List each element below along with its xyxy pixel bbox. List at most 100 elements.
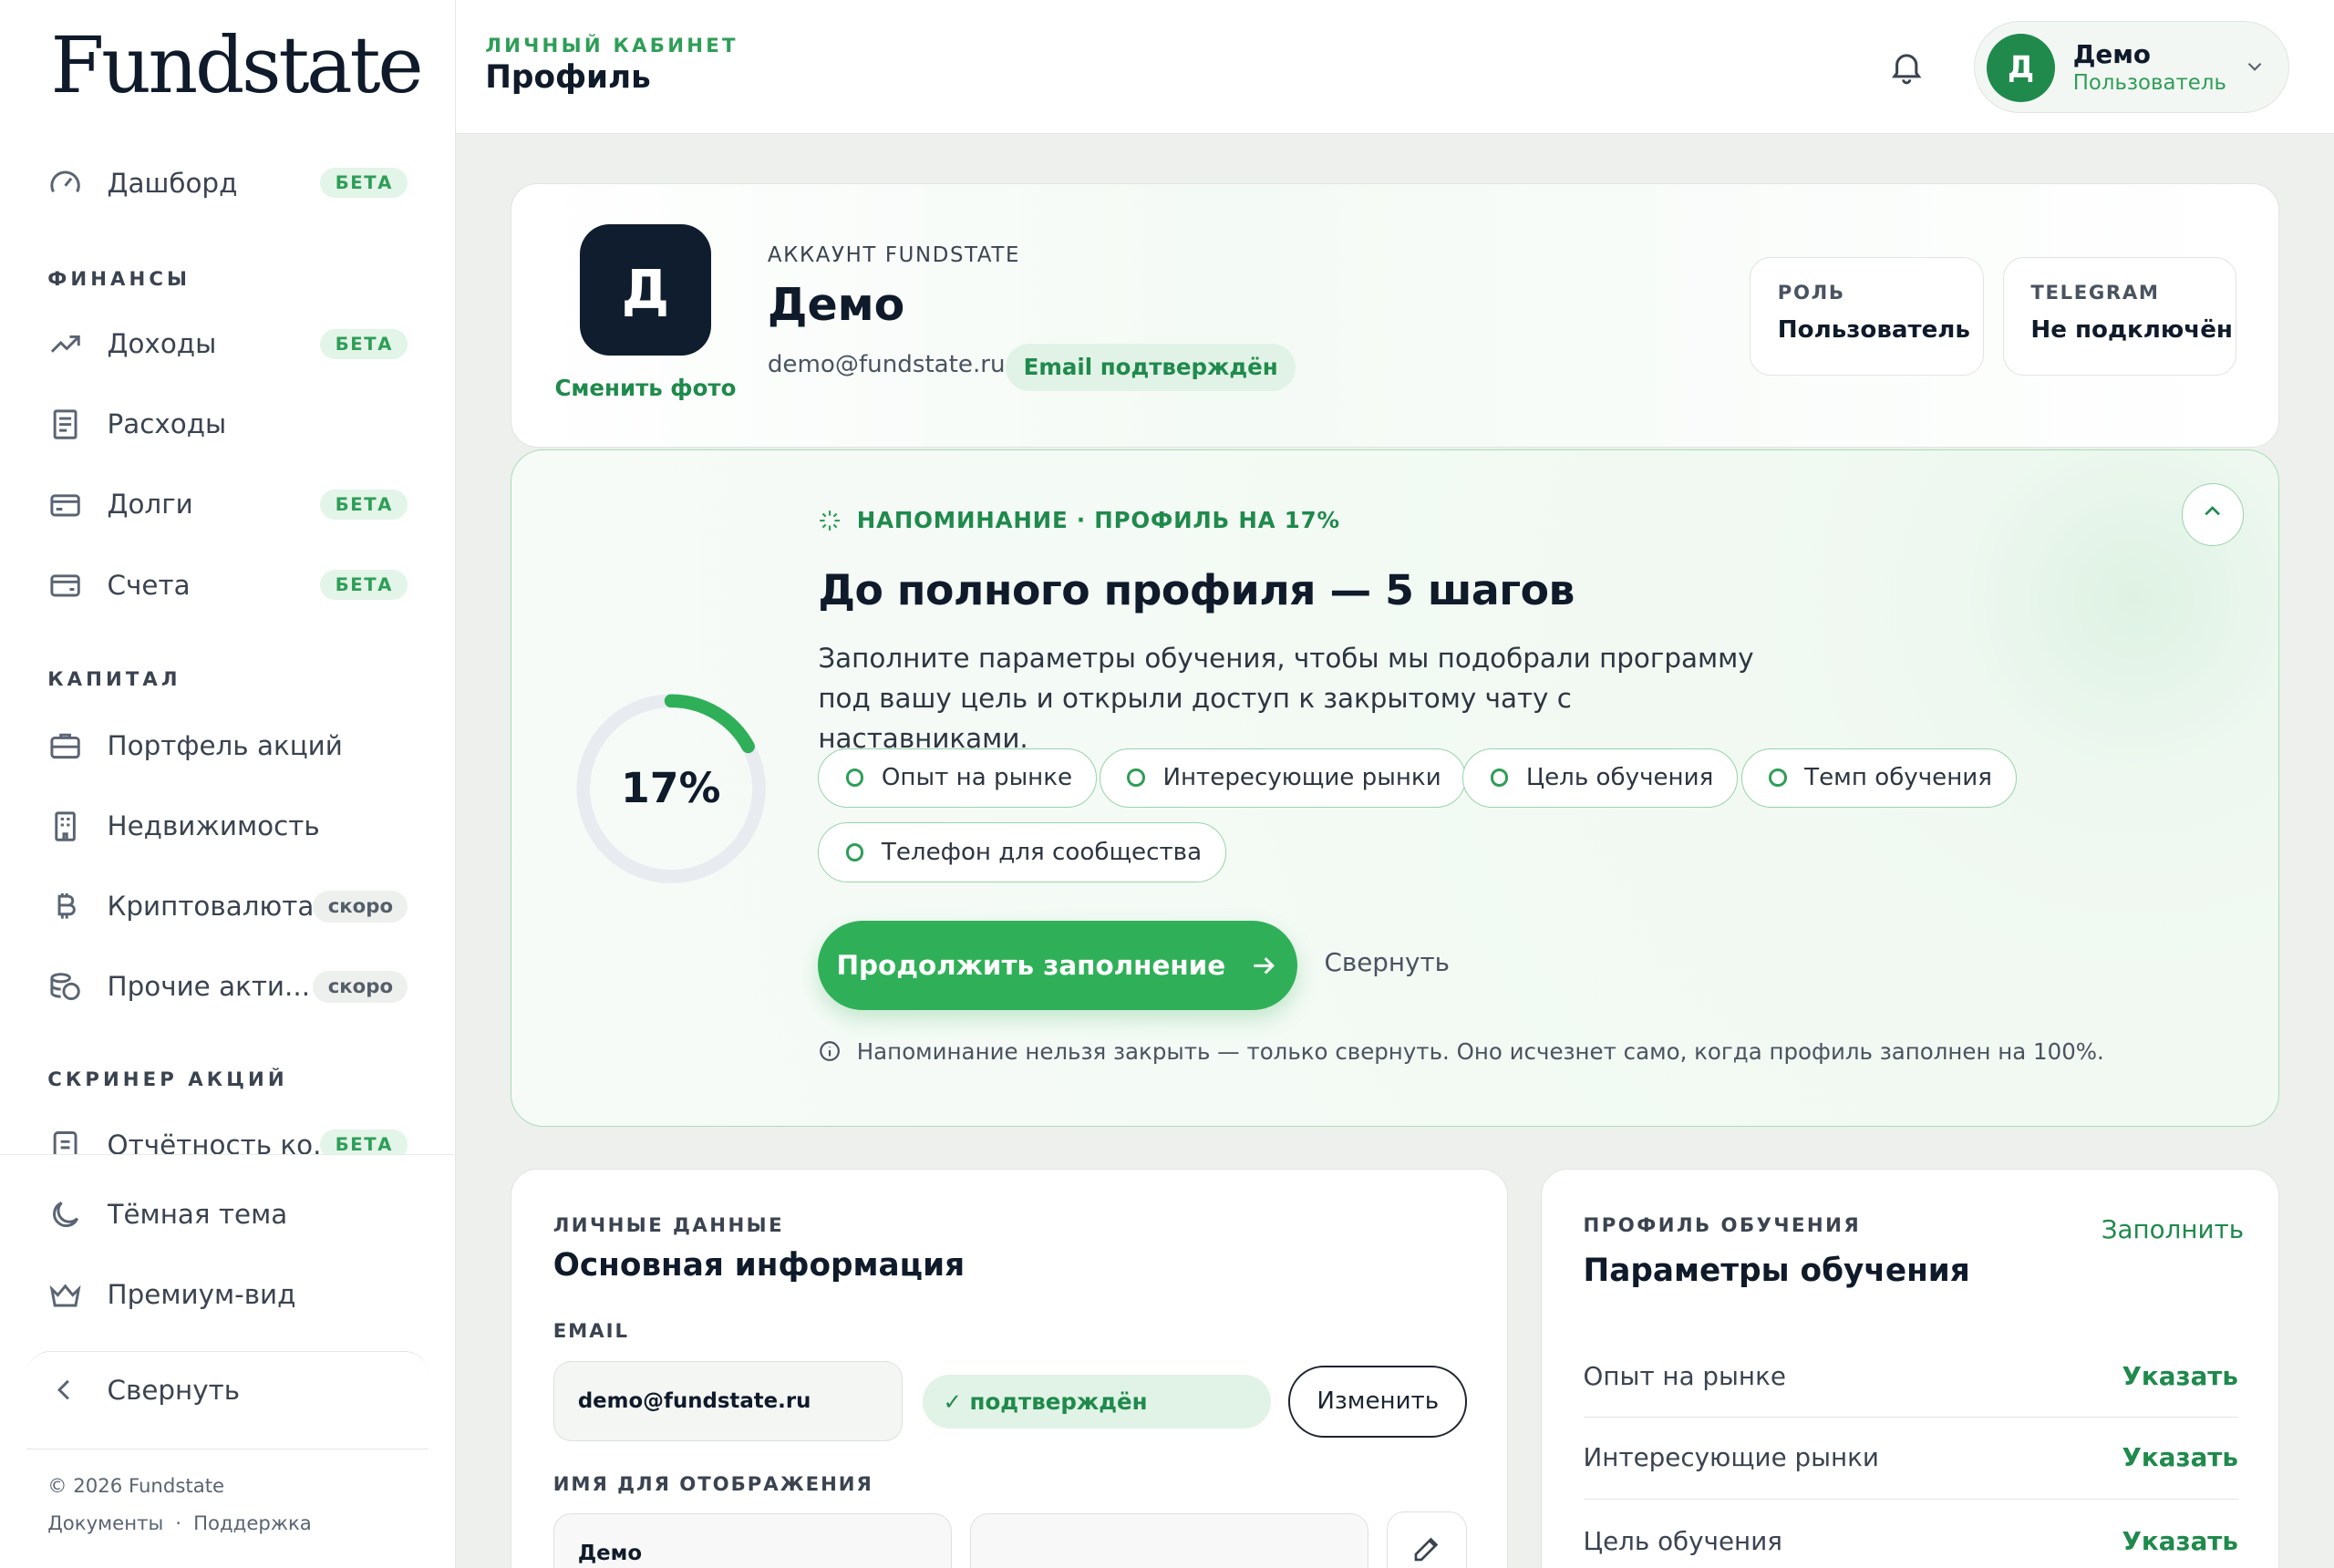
sidebar-item-label: Свернуть — [107, 1374, 241, 1406]
specify-button[interactable]: Указать — [2122, 1361, 2237, 1391]
learning-row: Цель обучения Указать — [1584, 1500, 2238, 1568]
telegram-label: TELEGRAM — [2030, 281, 2160, 304]
sidebar-item-realty[interactable]: Недвижимость — [47, 796, 408, 855]
sidebar-item-dashboard[interactable]: Дашборд БЕТА — [47, 153, 408, 212]
reminder-description: Заполните параметры обучения, чтобы мы п… — [818, 642, 1754, 754]
sidebar-item-label: Тёмная тема — [107, 1199, 288, 1231]
sidebar-item-label: Долги — [107, 489, 193, 521]
step-chip[interactable]: Темп обучения — [1740, 748, 2018, 808]
footer-links: Документы · Поддержка — [47, 1512, 312, 1535]
telegram-value: Не подключён — [2030, 315, 2233, 344]
reminder-collapse-button[interactable]: Свернуть — [1324, 947, 1450, 977]
account-kicker: АККАУНТ FUNDSTATE — [767, 243, 1021, 268]
learning-row-label: Интересующие рынки — [1583, 1442, 1879, 1473]
beta-badge: БЕТА — [320, 490, 408, 520]
section-kicker: ПРОФИЛЬ ОБУЧЕНИЯ — [1583, 1213, 1862, 1237]
sidebar-item-reports[interactable]: Отчётность ко... БЕТА — [47, 1115, 408, 1155]
chevron-up-icon — [2199, 498, 2226, 531]
support-link[interactable]: Поддержка — [193, 1512, 312, 1535]
specify-button[interactable]: Указать — [2122, 1442, 2237, 1472]
change-photo-button[interactable]: Сменить фото — [547, 375, 744, 401]
progress-percent: 17% — [621, 764, 721, 813]
last-name-field[interactable] — [969, 1512, 1369, 1568]
edit-name-button[interactable] — [1387, 1511, 1468, 1568]
reminder-kicker: НАПОМИНАНИЕ · ПРОФИЛЬ НА 17% — [818, 507, 1340, 533]
account-card: Д Сменить фото АККАУНТ FUNDSTATE Демо de… — [511, 182, 2279, 449]
beta-badge: БЕТА — [320, 168, 408, 199]
avatar: Д — [1986, 33, 2056, 102]
coins-icon — [47, 969, 83, 1005]
user-menu[interactable]: Д Демо Пользователь — [1973, 20, 2290, 114]
step-chip-label: Телефон для сообщества — [881, 838, 1203, 866]
account-name: Демо — [767, 279, 905, 332]
email-field[interactable]: demo@fundstate.ru — [553, 1361, 904, 1442]
app-logo[interactable]: Fundstate — [51, 21, 424, 111]
sidebar-item-accounts[interactable]: Счета БЕТА — [47, 555, 408, 614]
info-icon — [818, 1039, 842, 1063]
section-kicker: ЛИЧНЫЕ ДАННЫЕ — [553, 1213, 785, 1237]
sidebar: Fundstate Дашборд БЕТА ФИНАНСЫ Доходы БЕ… — [0, 0, 456, 1568]
specify-button[interactable]: Указать — [2122, 1526, 2237, 1556]
sidebar-item-debts[interactable]: Долги БЕТА — [47, 475, 408, 534]
step-chip[interactable]: Опыт на рынке — [818, 748, 1098, 808]
continue-button[interactable]: Продолжить заполнение — [818, 920, 1298, 1010]
account-email: demo@fundstate.ru — [767, 350, 1006, 378]
copyright: © 2026 Fundstate — [47, 1475, 225, 1498]
sidebar-item-other-assets[interactable]: Прочие акти... скоро — [47, 957, 408, 1016]
step-chip-label: Интересующие рынки — [1162, 764, 1441, 792]
learning-profile-card: ПРОФИЛЬ ОБУЧЕНИЯ Заполнить Параметры обу… — [1540, 1168, 2279, 1568]
sidebar-item-label: Отчётность ко... — [107, 1129, 321, 1155]
arrow-right-icon — [1249, 951, 1279, 981]
user-name: Демо — [2072, 39, 2151, 70]
gauge-icon — [47, 165, 83, 201]
collapse-reminder-button[interactable] — [2181, 482, 2245, 546]
sidebar-item-label: Премиум-вид — [107, 1279, 296, 1311]
sidebar-item-crypto[interactable]: Криптовалюта скоро — [47, 877, 408, 936]
beta-badge: БЕТА — [320, 570, 408, 601]
reminder-title: До полного профиля — 5 шагов — [818, 566, 1575, 615]
user-role: Пользователь — [2072, 70, 2226, 95]
sidebar-item-label: Дашборд — [107, 167, 238, 199]
bell-icon[interactable] — [1887, 47, 1926, 86]
soon-badge: скоро — [313, 971, 408, 1003]
sidebar-item-stocks[interactable]: Портфель акций — [47, 716, 408, 775]
sidebar-item-income[interactable]: Доходы БЕТА — [47, 314, 408, 373]
separator: · — [175, 1511, 182, 1535]
building-icon — [47, 809, 83, 844]
section-finance: ФИНАНСЫ — [47, 267, 191, 291]
learning-row: Интересующие рынки Указать — [1583, 1417, 2238, 1501]
bitcoin-icon — [47, 889, 83, 924]
circle-icon — [1127, 769, 1145, 788]
circle-icon — [845, 769, 864, 788]
sidebar-nav[interactable]: Дашборд БЕТА ФИНАНСЫ Доходы БЕТА Расходы… — [0, 143, 454, 1155]
role-box: РОЛЬ Пользователь — [1750, 256, 1984, 377]
circle-icon — [1768, 769, 1787, 788]
chevron-left-icon — [47, 1372, 83, 1408]
docs-link[interactable]: Документы — [47, 1512, 163, 1535]
briefcase-icon — [47, 727, 83, 763]
breadcrumb: ЛИЧНЫЙ КАБИНЕТ — [485, 34, 738, 57]
beta-badge: БЕТА — [320, 328, 408, 359]
step-chip[interactable]: Цель обучения — [1462, 748, 1739, 808]
fill-learning-button[interactable]: Заполнить — [2102, 1214, 2244, 1244]
learning-row-label: Опыт на рынке — [1583, 1360, 1786, 1391]
dark-theme-toggle[interactable]: Тёмная тема — [47, 1185, 408, 1244]
change-email-button[interactable]: Изменить — [1288, 1366, 1468, 1438]
topbar: ЛИЧНЫЙ КАБИНЕТ Профиль Д Демо Пользовате… — [455, 0, 2334, 134]
sidebar-item-label: Недвижимость — [107, 810, 320, 842]
step-chip[interactable]: Телефон для сообщества — [818, 822, 1227, 882]
section-title: Параметры обучения — [1583, 1253, 1970, 1290]
step-chip[interactable]: Интересующие рынки — [1099, 748, 1466, 808]
report-icon — [47, 1127, 83, 1154]
beta-badge: БЕТА — [320, 1130, 408, 1154]
sidebar-item-label: Доходы — [107, 328, 217, 360]
sidebar-item-expenses[interactable]: Расходы — [47, 395, 408, 454]
soon-badge: скоро — [313, 890, 408, 923]
collapse-sidebar-button[interactable]: Свернуть — [47, 1360, 408, 1419]
telegram-box[interactable]: TELEGRAM Не подключён — [2002, 256, 2237, 377]
premium-view-toggle[interactable]: Премиум-вид — [47, 1265, 408, 1325]
first-name-field[interactable]: Демо — [553, 1512, 953, 1568]
role-label: РОЛЬ — [1777, 281, 1845, 304]
wallet-icon — [47, 567, 83, 603]
trend-up-icon — [47, 326, 83, 362]
